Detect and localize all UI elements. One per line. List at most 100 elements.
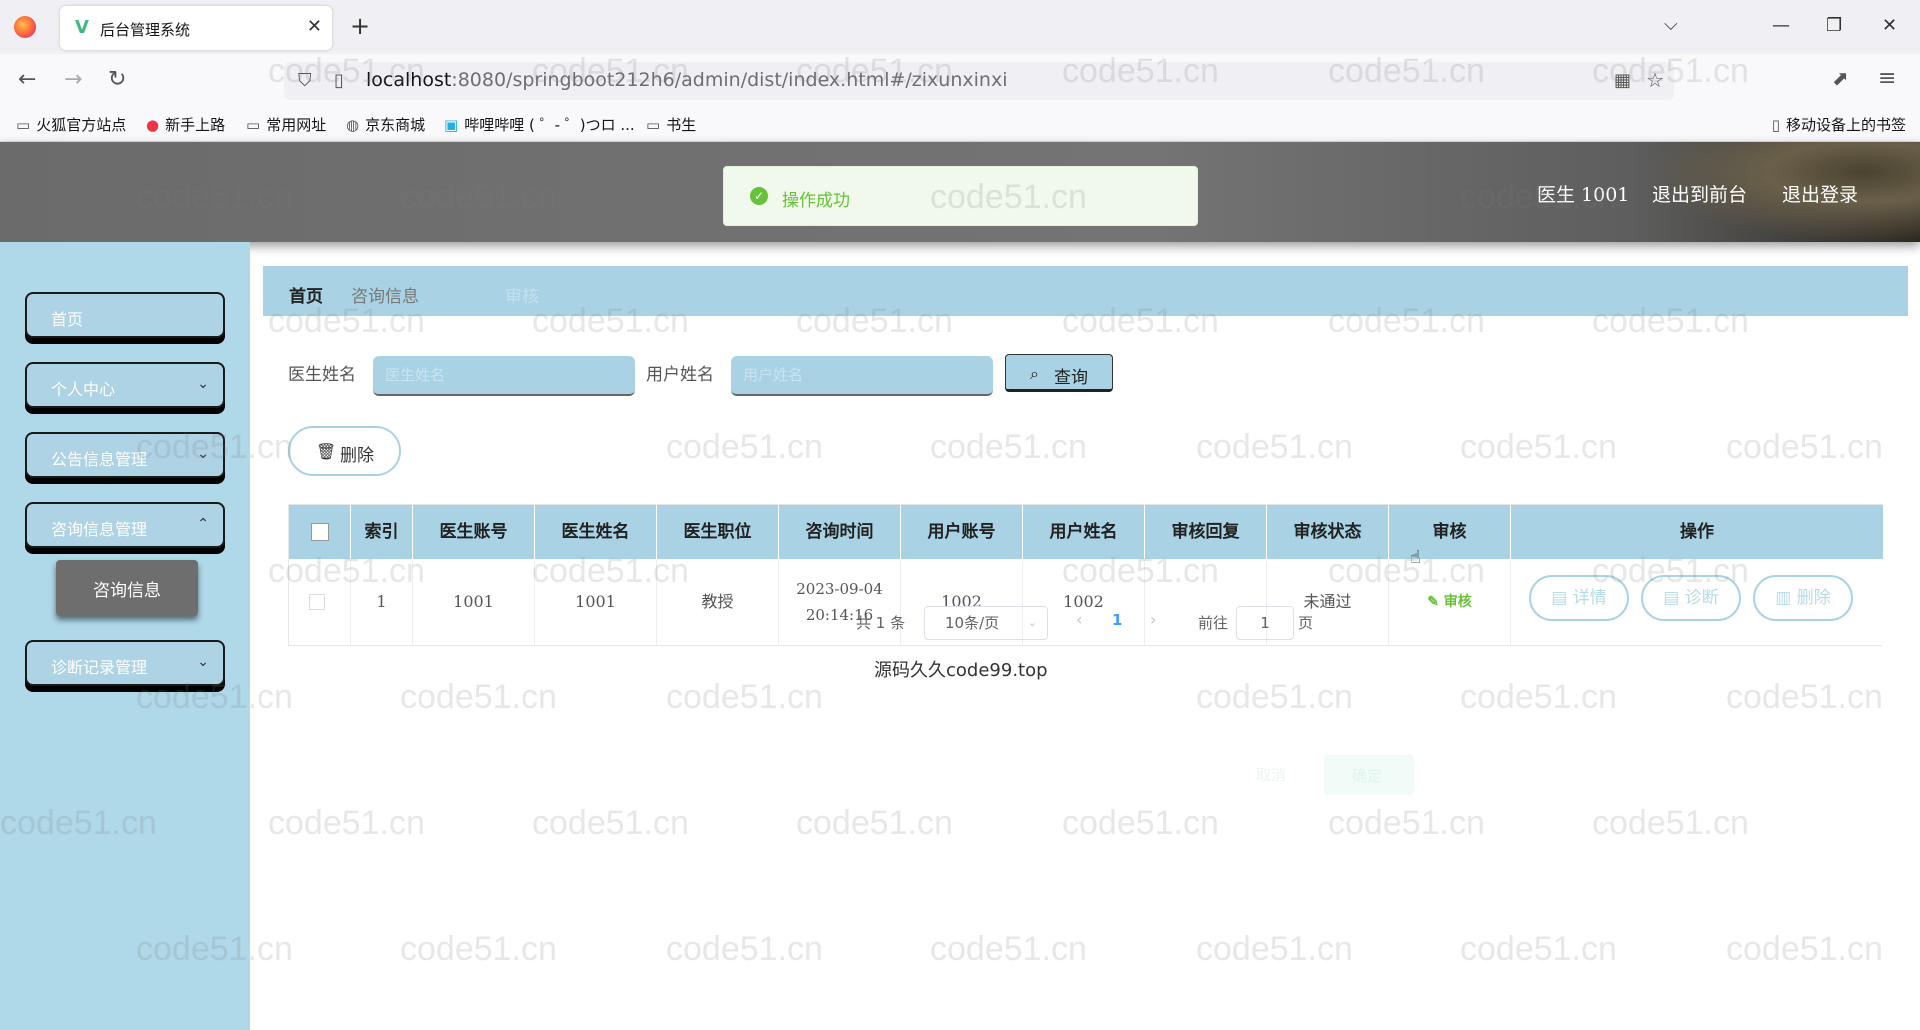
back-to-front-link[interactable]: 退出到前台 — [1652, 180, 1747, 207]
tab-title: 后台管理系统 — [100, 21, 191, 39]
breadcrumb-current: 咨询信息 — [351, 287, 419, 307]
select-all-checkbox[interactable] — [311, 523, 329, 541]
folder-icon: ▭ — [646, 116, 661, 134]
ghost-confirm-button: 确定 — [1324, 755, 1414, 795]
breadcrumb-home[interactable]: 首页 — [289, 282, 323, 307]
bookmark-shusheng[interactable]: ▭ 书生 — [646, 114, 696, 135]
sidebar-subitem-label: 咨询信息 — [93, 581, 161, 601]
chevron-down-icon: ⌄ — [1027, 616, 1037, 629]
query-button-label: 查询 — [1054, 368, 1088, 388]
trash-icon: 🗑 — [316, 442, 337, 461]
query-button[interactable]: ⌕ 查询 — [1005, 354, 1113, 392]
goto-prefix: 前往 — [1198, 614, 1229, 632]
user-name-input[interactable] — [731, 356, 993, 396]
new-tab-button[interactable]: + — [350, 12, 370, 40]
mobile-icon: ▯ — [1771, 116, 1780, 134]
column-header: 审核回复 — [1145, 505, 1267, 559]
browser-tabbar: V 后台管理系统 ✕ + ⌵ — ❐ ✕ — [0, 0, 1920, 54]
search-icon: ⌕ — [1030, 364, 1039, 383]
folder-icon: ▭ — [246, 116, 261, 134]
prev-page-icon[interactable]: ‹ — [1076, 610, 1082, 629]
column-header: 审核状态 — [1267, 505, 1389, 559]
column-header: 咨询时间 — [779, 505, 901, 559]
column-header: 索引 — [351, 505, 413, 559]
firefox-icon[interactable] — [14, 16, 36, 38]
check-circle-icon: ✓ — [750, 187, 768, 205]
bookmark-firefox[interactable]: ▭ 火狐官方站点 — [16, 114, 126, 135]
hamburger-menu-icon[interactable]: ≡ — [1878, 66, 1896, 91]
bookmark-mobile[interactable]: ▯ 移动设备上的书签 — [1772, 114, 1906, 135]
goto-page-input[interactable]: 1 — [1236, 606, 1294, 640]
column-header: 医生职位 — [657, 505, 779, 559]
column-header: 审核 — [1389, 505, 1511, 559]
overlay-watermark-text: 源码久久code99.top — [874, 660, 1048, 681]
sidebar-item-label: 公告信息管理 — [51, 450, 148, 469]
ghost-cancel: 取消 — [1256, 766, 1287, 784]
back-icon[interactable]: ← — [18, 66, 36, 94]
column-header: 医生姓名 — [535, 505, 657, 559]
bookmark-jd[interactable]: ◍ 京东商城 — [346, 114, 425, 135]
chevron-down-icon[interactable]: ⌵ — [1664, 14, 1678, 35]
page-size-select[interactable]: 10条/页 ⌄ — [924, 606, 1048, 640]
extensions-icon[interactable]: ⬈ — [1832, 66, 1849, 90]
reload-icon[interactable]: ↻ — [108, 66, 126, 94]
qr-code-icon[interactable]: ▦ — [1614, 70, 1631, 91]
sidebar-item-diagnosis-management[interactable]: 诊断记录管理 ⌄ — [25, 640, 225, 686]
bookmark-bilibili[interactable]: ▣ 哔哩哔哩 ( ゜- ゜)つロ ... — [444, 114, 635, 135]
column-header: 医生账号 — [413, 505, 535, 559]
batch-delete-label: 删除 — [340, 446, 374, 466]
folder-icon: ▭ — [16, 116, 31, 134]
toast-message: 操作成功 — [782, 191, 850, 211]
url-bar[interactable]: ⛉ ▯ localhost:8080/springboot212h6/admin… — [284, 62, 1674, 100]
doctor-name-input[interactable] — [373, 356, 635, 396]
app-root: 医生 1001 退出到前台 退出登录 ✓ 操作成功 首页 个人中心 ⌄ 公告信息… — [0, 142, 1920, 1030]
chevron-down-icon: ⌄ — [197, 446, 209, 462]
close-icon[interactable]: ✕ — [307, 16, 322, 38]
star-icon[interactable]: ☆ — [1646, 68, 1664, 92]
bookmark-common-sites[interactable]: ▭ 常用网址 — [246, 114, 326, 135]
hand-cursor-icon: ☝ — [1410, 547, 1421, 568]
sidebar-item-notice-management[interactable]: 公告信息管理 ⌄ — [25, 432, 225, 478]
bookmarks-bar: ▭ 火狐官方站点 ● 新手上路 ▭ 常用网址 ◍ 京东商城 ▣ 哔哩哔哩 ( ゜- ゜)つ… — [0, 106, 1920, 142]
browser-tab-active[interactable]: V 后台管理系统 ✕ — [60, 6, 332, 50]
batch-delete-button[interactable]: 🗑 删除 — [288, 426, 401, 476]
sidebar-item-label: 首页 — [51, 310, 84, 329]
column-header: 操作 — [1680, 522, 1714, 542]
sidebar-item-personal-center[interactable]: 个人中心 ⌄ — [25, 362, 225, 408]
column-header: 用户账号 — [901, 505, 1023, 559]
ghost-confirm-label: 确定 — [1352, 767, 1383, 785]
chevron-down-icon: ⌄ — [197, 376, 209, 392]
browser-navbar: ← → ↻ ⛉ ▯ localhost:8080/springboot212h6… — [0, 54, 1920, 106]
select-all-column — [289, 505, 351, 559]
sidebar-item-label: 咨询信息管理 — [51, 520, 148, 539]
sidebar-item-home[interactable]: 首页 — [25, 292, 225, 338]
page-number[interactable]: 1 — [1112, 611, 1122, 629]
pagination: 共 1 条 10条/页 ⌄ ‹ 1 › 前往 1 页 — [0, 602, 1920, 642]
next-page-icon[interactable]: › — [1150, 610, 1156, 629]
breadcrumb-faded: 审核 — [505, 287, 539, 307]
goto-suffix: 页 — [1298, 614, 1314, 632]
shield-icon[interactable]: ⛉ — [298, 70, 312, 91]
forward-icon[interactable]: → — [64, 66, 82, 94]
logout-link[interactable]: 退出登录 — [1782, 180, 1858, 207]
user-name-label: 用户姓名 — [646, 365, 714, 385]
sidebar-item-label: 诊断记录管理 — [51, 658, 148, 677]
success-toast: ✓ 操作成功 — [723, 166, 1198, 226]
sidebar-item-consult-management[interactable]: 咨询信息管理 ⌃ — [25, 502, 225, 548]
sidebar-item-label: 个人中心 — [51, 380, 116, 399]
chevron-down-icon: ⌄ — [197, 654, 209, 670]
bookmark-getting-started[interactable]: ● 新手上路 — [146, 114, 225, 135]
firefox-small-icon: ● — [146, 116, 160, 134]
minimize-icon[interactable]: — — [1772, 12, 1790, 40]
chevron-up-icon: ⌃ — [197, 516, 209, 532]
breadcrumb: 首页 咨询信息 审核 — [263, 266, 1908, 316]
bilibili-icon: ▣ — [444, 116, 459, 134]
restore-icon[interactable]: ❐ — [1826, 12, 1842, 40]
url-text[interactable]: localhost:8080/springboot212h6/admin/dis… — [366, 69, 1007, 91]
column-header: 用户姓名 — [1023, 505, 1145, 559]
total-count: 共 1 条 — [856, 614, 906, 632]
page-icon: ▯ — [334, 70, 344, 91]
vue-icon: V — [75, 17, 89, 38]
window-close-icon[interactable]: ✕ — [1882, 12, 1897, 40]
doctor-name-label: 医生姓名 — [288, 365, 356, 385]
